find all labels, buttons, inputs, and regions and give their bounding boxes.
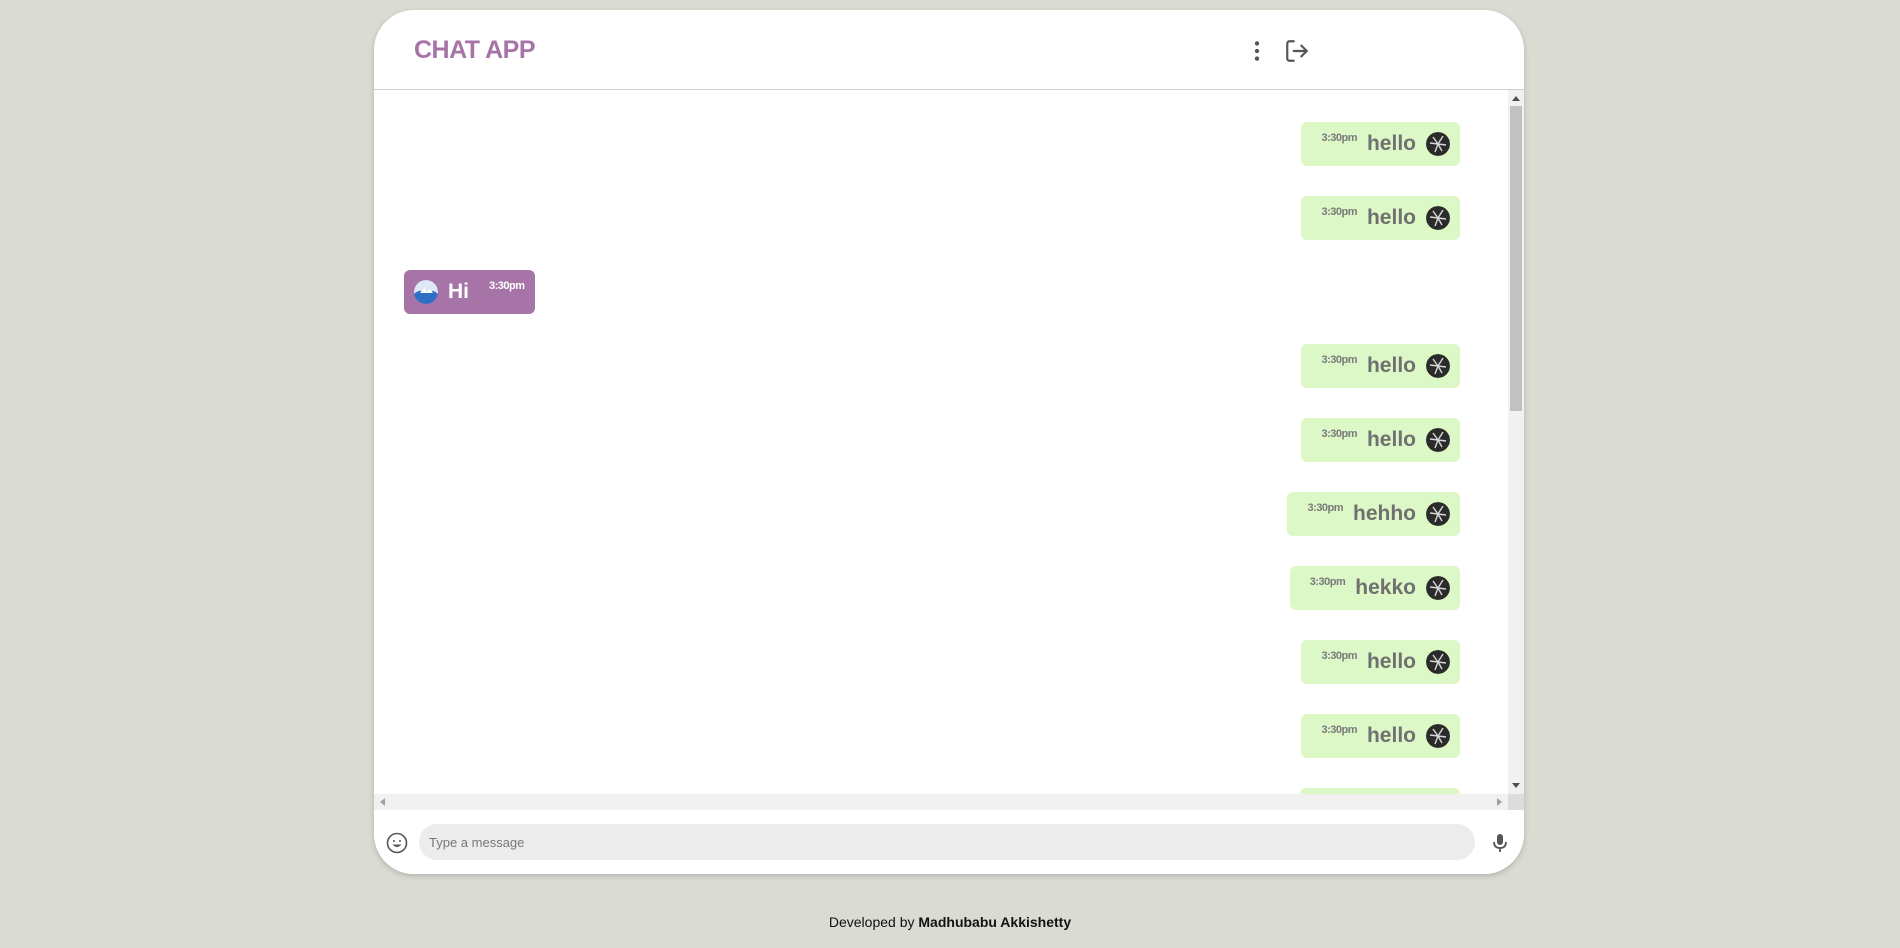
scrollbar-thumb[interactable] bbox=[1510, 106, 1522, 411]
scroll-right-arrow-icon[interactable] bbox=[1497, 798, 1502, 806]
message-time: 3:30pm bbox=[1309, 576, 1346, 588]
outgoing-message[interactable]: 3:30pm hello bbox=[1301, 640, 1460, 684]
message-text: Hi bbox=[448, 280, 469, 303]
outgoing-message[interactable]: 3:30pm hello bbox=[1301, 418, 1460, 462]
outgoing-message[interactable]: 3:30pm hello bbox=[1301, 344, 1460, 388]
message-time: 3:30pm bbox=[1307, 502, 1343, 514]
outgoing-message[interactable]: 3:30pm hekko bbox=[1289, 566, 1460, 610]
message-row: 3:30pm hello bbox=[374, 714, 1508, 758]
scroll-down-arrow-icon[interactable] bbox=[1512, 783, 1520, 788]
user-avatar bbox=[1426, 576, 1450, 600]
scroll-up-arrow-icon[interactable] bbox=[1512, 96, 1520, 101]
message-text: hello bbox=[1366, 650, 1416, 673]
message-text: hekko bbox=[1355, 576, 1416, 599]
message-time: 3:30pm bbox=[1321, 206, 1357, 218]
message-time: 3:30pm bbox=[1321, 428, 1357, 440]
message-row: 3:30pm hekko bbox=[374, 566, 1508, 610]
message-row: 3:30pm hello bbox=[374, 196, 1508, 240]
message-row: 3:30pm hello bbox=[374, 122, 1508, 166]
credit-prefix: Developed by bbox=[828, 914, 915, 930]
emoji-icon[interactable] bbox=[385, 831, 409, 855]
message-input[interactable] bbox=[419, 824, 1475, 860]
message-row: 3:30pm hello bbox=[374, 344, 1508, 388]
user-avatar bbox=[1426, 502, 1450, 526]
message-time: 3:30pm bbox=[1321, 354, 1357, 366]
message-row: 3:30pm hello bbox=[374, 418, 1508, 462]
outgoing-message[interactable]: 3:30pm hehho bbox=[1287, 492, 1460, 536]
outgoing-message[interactable]: 3:30pm hello bbox=[1301, 196, 1460, 240]
scrollbar-corner bbox=[1508, 794, 1524, 810]
scroll-left-arrow-icon[interactable] bbox=[380, 798, 385, 806]
message-row: Hi 3:30pm bbox=[374, 270, 1508, 314]
message-text: hello bbox=[1366, 354, 1416, 377]
message-text: hehho bbox=[1353, 502, 1416, 525]
message-list[interactable]: 3:30pm hello 3:30pm hello Hi 3:30pm 3:30… bbox=[374, 90, 1508, 794]
message-row: 3:30pm hehho bbox=[374, 492, 1508, 536]
credit-author: Madhubabu Akkishetty bbox=[918, 914, 1072, 930]
logout-icon[interactable] bbox=[1284, 38, 1310, 64]
message-time: 3:30pm bbox=[1321, 724, 1357, 736]
message-time: 3:30pm bbox=[489, 280, 525, 292]
contact-avatar bbox=[414, 280, 438, 304]
message-text: hello bbox=[1366, 132, 1416, 155]
user-avatar bbox=[1426, 724, 1450, 748]
vertical-scrollbar[interactable] bbox=[1508, 90, 1524, 794]
message-text: hello bbox=[1366, 206, 1416, 229]
incoming-message[interactable]: Hi 3:30pm bbox=[404, 270, 535, 314]
message-row: 3:30pm hello bbox=[374, 640, 1508, 684]
user-avatar bbox=[1426, 428, 1450, 452]
footer-credit: Developed by Madhubabu Akkishetty bbox=[0, 914, 1900, 930]
message-composer bbox=[374, 810, 1524, 874]
chat-header: CHAT APP bbox=[374, 10, 1524, 90]
user-avatar bbox=[1426, 206, 1450, 230]
user-avatar bbox=[1426, 354, 1450, 378]
user-avatar bbox=[1426, 132, 1450, 156]
message-time: 3:30pm bbox=[1321, 132, 1357, 144]
outgoing-message[interactable]: 3:30pm hello bbox=[1301, 122, 1460, 166]
horizontal-scrollbar[interactable] bbox=[374, 794, 1508, 810]
chat-window: CHAT APP 3:30pm hello 3:30pm hello Hi 3:… bbox=[374, 10, 1524, 874]
app-title: CHAT APP bbox=[414, 36, 536, 64]
message-text: hello bbox=[1366, 428, 1416, 451]
outgoing-message[interactable]: 3:30pm hello bbox=[1301, 714, 1460, 758]
message-time: 3:30pm bbox=[1321, 650, 1357, 662]
more-vertical-icon[interactable] bbox=[1244, 38, 1270, 64]
microphone-icon[interactable] bbox=[1488, 831, 1512, 855]
user-avatar bbox=[1426, 650, 1450, 674]
message-text: hello bbox=[1366, 724, 1416, 747]
